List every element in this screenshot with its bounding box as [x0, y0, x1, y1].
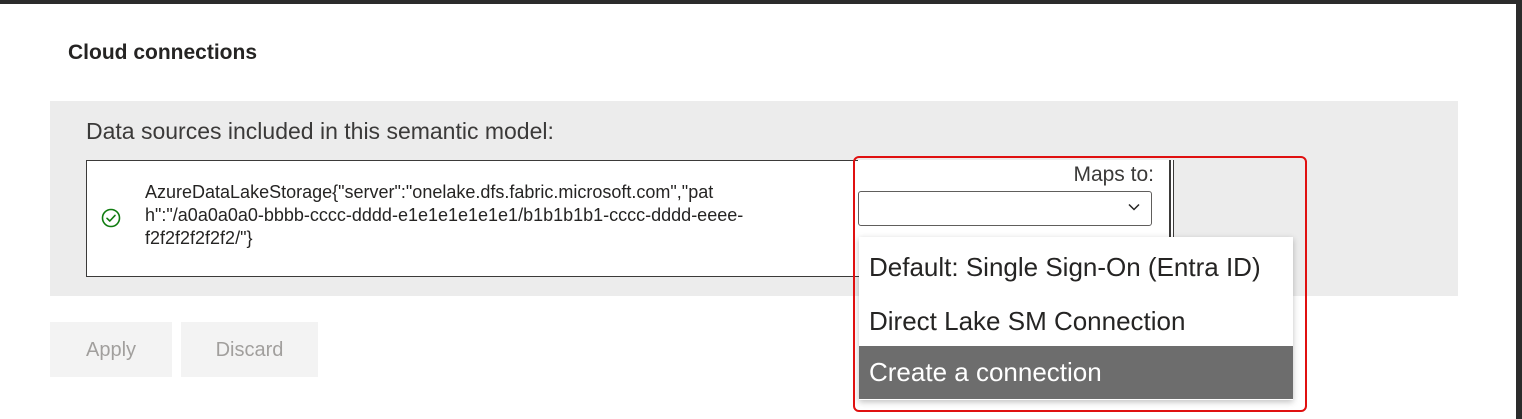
connection-dropdown-menu: Default: Single Sign-On (Entra ID) Direc… [859, 237, 1293, 400]
connection-select[interactable] [858, 191, 1152, 226]
maps-to-area: Maps to: [858, 160, 1173, 235]
discard-button[interactable]: Discard [181, 322, 318, 377]
divider [1169, 160, 1171, 238]
chevron-down-icon [1128, 203, 1140, 211]
section-title: Cloud connections [68, 41, 257, 64]
apply-button[interactable]: Apply [50, 322, 172, 377]
option-default-sso[interactable]: Default: Single Sign-On (Entra ID) [859, 241, 1293, 294]
maps-to-label: Maps to: [1073, 163, 1154, 186]
check-circle-icon [101, 208, 121, 228]
option-create-connection[interactable]: Create a connection [859, 346, 1293, 399]
data-source-text: AzureDataLakeStorage{"server":"onelake.d… [145, 182, 744, 248]
panel-heading: Data sources included in this semantic m… [86, 118, 554, 144]
option-direct-lake-connection[interactable]: Direct Lake SM Connection [859, 295, 1293, 348]
